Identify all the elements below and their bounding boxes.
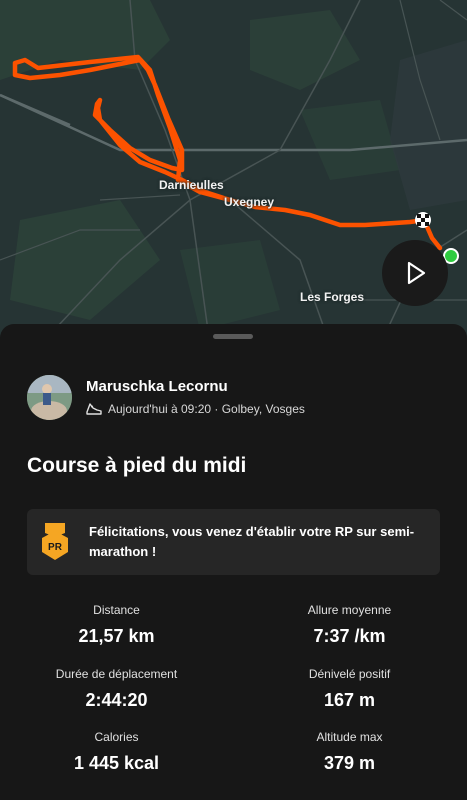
stat-distance: Distance 21,57 km — [0, 603, 233, 647]
map-label-les-forges: Les Forges — [300, 290, 365, 304]
stat-value: 7:37 /km — [313, 626, 386, 646]
drag-handle[interactable] — [213, 334, 253, 339]
stat-max-elevation: Altitude max 379 m — [233, 730, 466, 774]
stat-calories: Calories 1 445 kcal — [0, 730, 233, 774]
map-label-darnieulles: Darnieulles — [159, 178, 224, 192]
stat-label: Altitude max — [316, 730, 383, 744]
stat-elevation-gain: Dénivelé positif 167 m — [233, 667, 466, 711]
avatar-image — [27, 375, 72, 420]
pr-badge-text: PR — [48, 542, 63, 553]
play-flyby-button[interactable] — [382, 240, 448, 306]
stat-value: 1 445 kcal — [73, 753, 160, 773]
stat-label: Dénivelé positif — [308, 667, 391, 681]
pr-medal-icon: PR — [42, 523, 68, 560]
stat-value: 2:44:20 — [85, 690, 148, 710]
activity-sheet: Maruschka Lecornu Aujourd'hui à 09:20 · … — [0, 324, 467, 800]
route-map[interactable]: Darnieulles Uxegney Les Forges — [0, 0, 467, 346]
stat-label: Allure moyenne — [307, 603, 392, 617]
avatar[interactable] — [27, 375, 72, 420]
stat-moving-time: Durée de déplacement 2:44:20 — [0, 667, 233, 711]
stat-value: 379 m — [323, 753, 376, 773]
map-label-uxegney: Uxegney — [224, 195, 275, 209]
stat-value: 167 m — [323, 690, 376, 710]
stat-label: Distance — [93, 603, 140, 617]
running-shoe-icon — [86, 403, 102, 415]
athlete-name[interactable]: Maruschka Lecornu — [86, 378, 228, 395]
activity-title: Course à pied du midi — [27, 454, 247, 477]
stat-value: 21,57 km — [78, 626, 155, 646]
activity-datetime-location: Aujourd'hui à 09:20 · Golbey, Vosges — [108, 402, 305, 416]
pr-message: Félicitations, vous venez d'établir votr… — [89, 524, 415, 559]
activity-meta: Aujourd'hui à 09:20 · Golbey, Vosges — [86, 402, 305, 416]
finish-flag-icon — [415, 212, 431, 228]
stat-label: Durée de déplacement — [55, 667, 178, 681]
stat-label: Calories — [94, 730, 139, 744]
play-icon — [407, 261, 426, 285]
pr-banner[interactable]: PR Félicitations, vous venez d'établir v… — [27, 509, 440, 575]
stat-average-pace: Allure moyenne 7:37 /km — [233, 603, 466, 647]
start-marker-icon — [443, 248, 459, 264]
